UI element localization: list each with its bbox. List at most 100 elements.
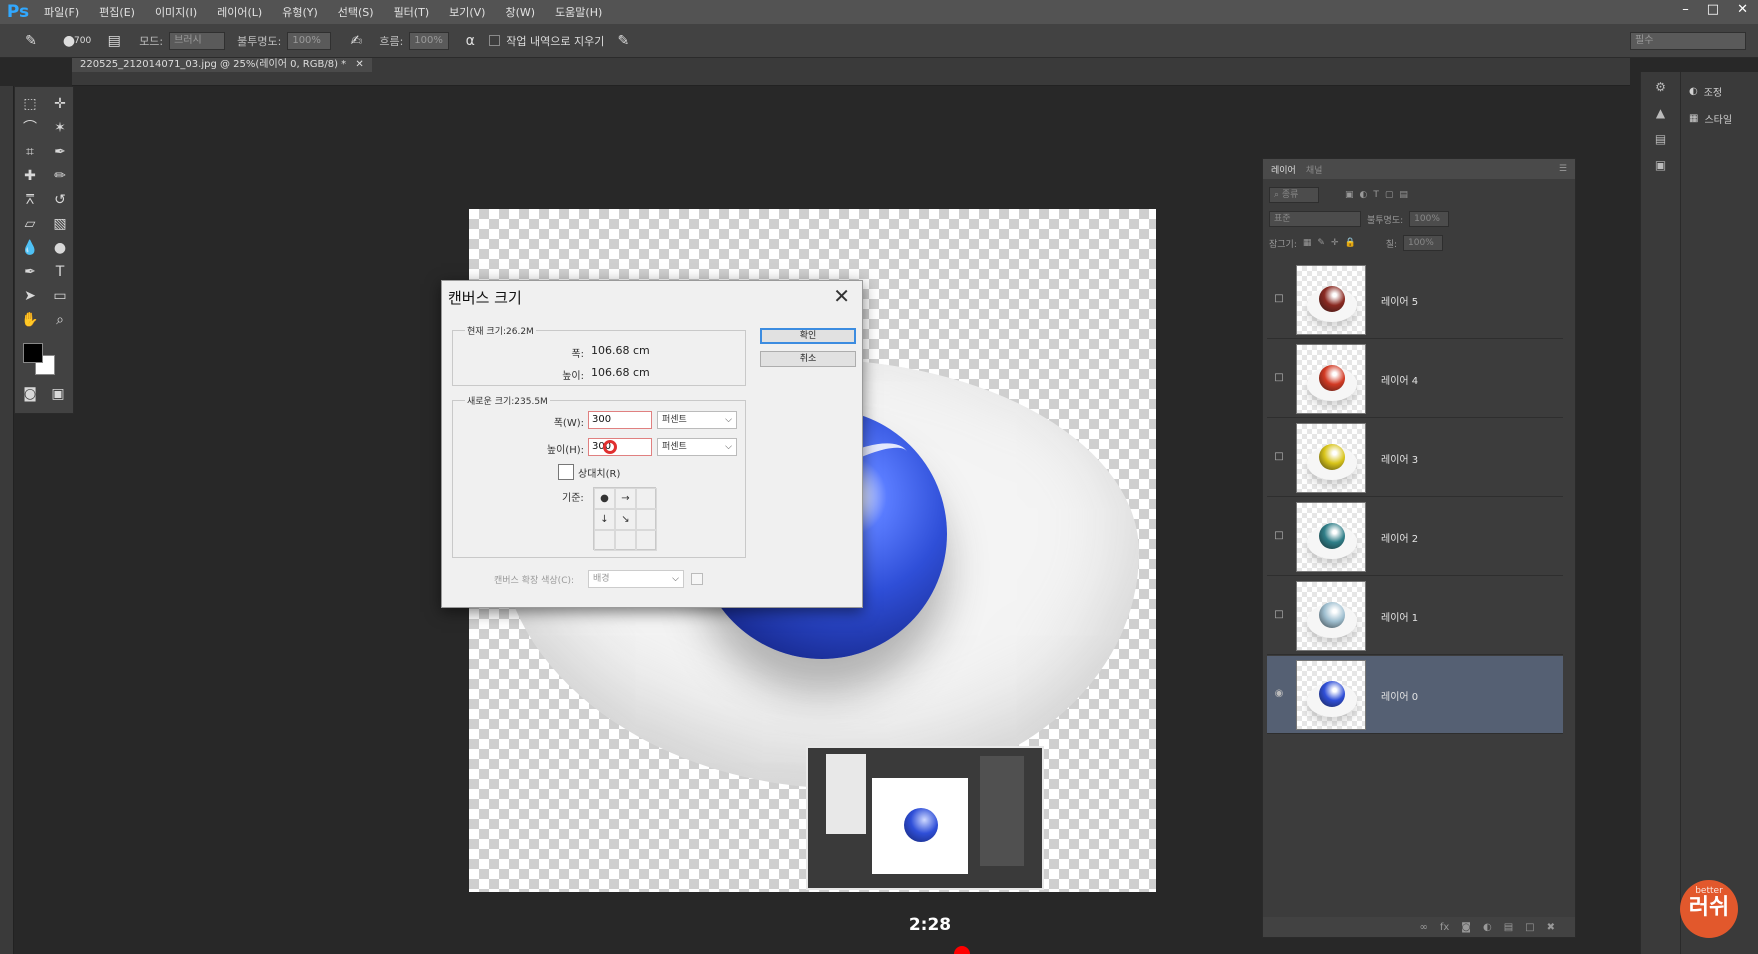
- shape-tool-icon[interactable]: ▭: [47, 285, 73, 307]
- menu-window[interactable]: 창(W): [505, 4, 535, 20]
- brush-panel-icon[interactable]: ▤: [105, 32, 123, 50]
- menu-select[interactable]: 선택(S): [338, 4, 374, 20]
- add-mask-icon[interactable]: ◙: [1461, 922, 1471, 933]
- eye-icon[interactable]: ◉: [1273, 688, 1285, 700]
- anchor-cell-empty[interactable]: [636, 530, 657, 551]
- tab-layers[interactable]: 레이어: [1271, 163, 1296, 176]
- video-progress-handle[interactable]: [954, 946, 970, 954]
- new-layer-icon[interactable]: □: [1525, 922, 1534, 933]
- dialog-close-icon[interactable]: ✕: [833, 284, 850, 308]
- layer-filter-select[interactable]: ⌕ 종류: [1269, 187, 1319, 203]
- flow-field[interactable]: 100%: [409, 31, 450, 50]
- lock-transparent-icon[interactable]: ▦: [1303, 238, 1312, 248]
- erase-history-checkbox[interactable]: [489, 35, 501, 46]
- screen-mode-icon[interactable]: ▣: [45, 383, 71, 405]
- foreground-color-swatch[interactable]: [23, 343, 43, 363]
- maximize-icon[interactable]: □: [1707, 2, 1719, 17]
- menu-edit[interactable]: 편집(E): [99, 4, 135, 20]
- path-select-icon[interactable]: ➤: [17, 285, 43, 307]
- menu-help[interactable]: 도움말(H): [555, 4, 602, 20]
- menu-file[interactable]: 파일(F): [44, 4, 79, 20]
- properties-icon[interactable]: ▤: [1651, 132, 1671, 150]
- anchor-center-dot[interactable]: ●: [594, 488, 615, 509]
- layer-row[interactable]: □ 레이어 1: [1267, 577, 1563, 655]
- marquee-tool-icon[interactable]: ⬚: [17, 93, 43, 115]
- ext-color-select[interactable]: 배경 ⌵: [588, 570, 684, 588]
- anchor-cell-empty[interactable]: [594, 530, 615, 551]
- eraser-icon[interactable]: ✎: [22, 32, 40, 50]
- crop-tool-icon[interactable]: ⌗: [17, 141, 43, 163]
- layer-row[interactable]: □ 레이어 3: [1267, 419, 1563, 497]
- ok-button[interactable]: 확인: [760, 328, 856, 344]
- visibility-toggle[interactable]: □: [1273, 609, 1285, 621]
- layer-row[interactable]: □ 레이어 2: [1267, 498, 1563, 576]
- anchor-arrow-down-icon[interactable]: ↓: [594, 509, 615, 530]
- cancel-button[interactable]: 취소: [760, 351, 856, 367]
- adjustment-layer-icon[interactable]: ◐: [1483, 922, 1492, 933]
- workspace-select[interactable]: 필수: [1630, 31, 1746, 50]
- width-unit-select[interactable]: 퍼센트 ⌵: [657, 411, 737, 429]
- magic-wand-icon[interactable]: ✶: [47, 117, 73, 139]
- healing-brush-icon[interactable]: ✚: [17, 165, 43, 187]
- zoom-tool-icon[interactable]: ⌕: [47, 309, 73, 331]
- filter-type-icon[interactable]: T: [1373, 190, 1379, 200]
- filter-pixel-icon[interactable]: ▣: [1345, 190, 1354, 200]
- ext-color-swatch[interactable]: [691, 573, 703, 585]
- dodge-tool-icon[interactable]: ●: [47, 237, 73, 259]
- pressure-size-icon[interactable]: ✎: [614, 32, 632, 50]
- lock-pixels-icon[interactable]: ✎: [1317, 238, 1325, 248]
- lock-all-icon[interactable]: 🔒: [1344, 238, 1355, 248]
- history-brush-icon[interactable]: ↺: [47, 189, 73, 211]
- fill-field[interactable]: 100%: [1403, 235, 1444, 251]
- mode-select[interactable]: 브러시: [169, 31, 226, 50]
- filter-shape-icon[interactable]: ▢: [1385, 190, 1394, 200]
- pressure-opacity-icon[interactable]: ✍: [347, 32, 365, 50]
- quick-mask-icon[interactable]: ◙: [17, 383, 43, 405]
- move-tool-icon[interactable]: ✛: [47, 93, 73, 115]
- menu-view[interactable]: 보기(V): [449, 4, 485, 20]
- new-group-icon[interactable]: ▤: [1504, 922, 1513, 933]
- opacity-field[interactable]: 100%: [287, 31, 332, 50]
- anchor-cell-empty[interactable]: [636, 509, 657, 530]
- close-icon[interactable]: ✕: [1737, 2, 1748, 17]
- panel-menu-icon[interactable]: ☰: [1559, 164, 1567, 174]
- eyedropper-icon[interactable]: ✒: [47, 141, 73, 163]
- height-unit-select[interactable]: 퍼센트 ⌵: [657, 438, 737, 456]
- menu-type[interactable]: 유형(Y): [282, 4, 318, 20]
- anchor-arrow-right-icon[interactable]: →: [615, 488, 636, 509]
- anchor-cell-empty[interactable]: [615, 530, 636, 551]
- anchor-arrow-diag-icon[interactable]: ↘: [615, 509, 636, 530]
- adjustments-panel-button[interactable]: ◐ 조정: [1681, 78, 1758, 105]
- visibility-toggle[interactable]: □: [1273, 293, 1285, 305]
- tab-close-icon[interactable]: ✕: [355, 59, 363, 70]
- new-height-input[interactable]: 300: [588, 438, 652, 456]
- filter-smart-icon[interactable]: ▤: [1399, 190, 1408, 200]
- histogram-icon[interactable]: ▲: [1651, 106, 1671, 124]
- visibility-toggle[interactable]: □: [1273, 530, 1285, 542]
- brush-tool-icon[interactable]: ✏: [47, 165, 73, 187]
- notes-icon[interactable]: ▣: [1651, 158, 1671, 176]
- anchor-grid[interactable]: ● → ↓ ↘: [593, 487, 657, 551]
- menu-image[interactable]: 이미지(I): [155, 4, 197, 20]
- fx-icon[interactable]: fx: [1440, 922, 1449, 933]
- blend-mode-select[interactable]: 표준: [1269, 211, 1361, 227]
- visibility-toggle[interactable]: □: [1273, 451, 1285, 463]
- gradient-tool-icon[interactable]: ▧: [47, 213, 73, 235]
- lock-position-icon[interactable]: ✛: [1331, 238, 1339, 248]
- relative-checkbox[interactable]: [558, 464, 574, 480]
- eraser-tool-icon[interactable]: ▱: [17, 213, 43, 235]
- layer-row[interactable]: □ 레이어 5: [1267, 261, 1563, 339]
- tab-channels[interactable]: 채널: [1306, 163, 1323, 176]
- anchor-cell-empty[interactable]: [636, 488, 657, 509]
- styles-panel-button[interactable]: ▦ 스타일: [1681, 105, 1758, 132]
- new-width-input[interactable]: 300: [588, 411, 652, 429]
- minimize-icon[interactable]: –: [1682, 2, 1689, 17]
- airbrush-icon[interactable]: α: [461, 32, 479, 50]
- type-tool-icon[interactable]: T: [47, 261, 73, 283]
- layer-row[interactable]: ◉ 레이어 0: [1267, 656, 1563, 734]
- blur-tool-icon[interactable]: 💧: [17, 237, 43, 259]
- clone-stamp-icon[interactable]: ⩞: [17, 189, 43, 211]
- layer-opacity-field[interactable]: 100%: [1409, 211, 1450, 227]
- document-tab[interactable]: 220525_212014071_03.jpg @ 25%(레이어 0, RGB…: [72, 58, 372, 72]
- pen-tool-icon[interactable]: ✒: [17, 261, 43, 283]
